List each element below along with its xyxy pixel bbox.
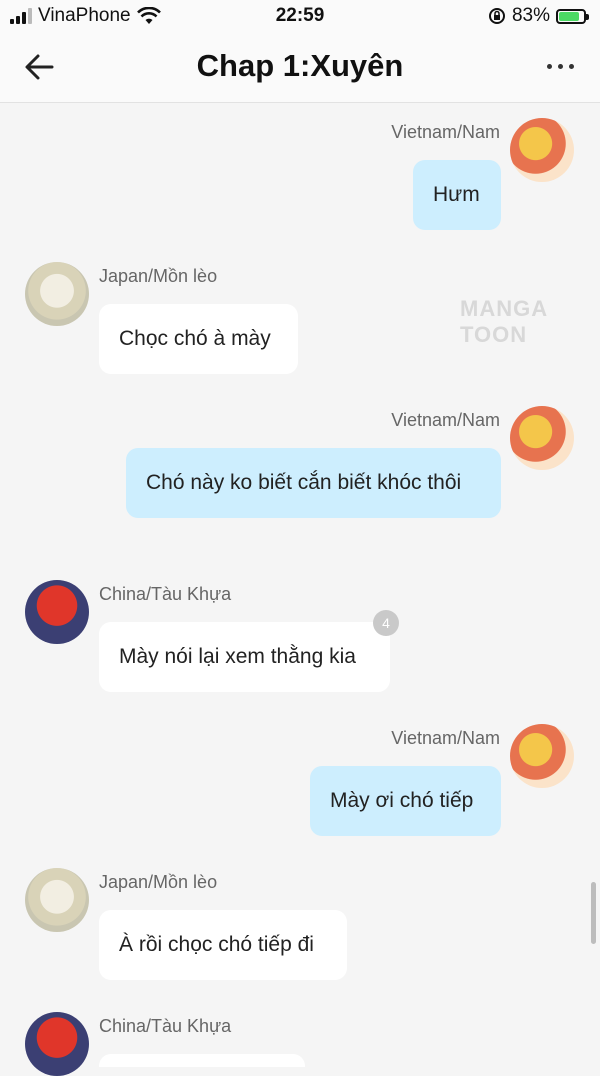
avatar[interactable] [25, 868, 89, 932]
avatar[interactable] [25, 262, 89, 326]
message-bubble: À rồi chọc chó tiếp đi [99, 910, 347, 980]
orientation-lock-icon [488, 8, 505, 24]
message-bubble: Chó này ko biết cắn biết khóc thôi [126, 448, 501, 518]
sender-name: Vietnam/Nam [391, 122, 500, 142]
avatar[interactable] [510, 406, 574, 470]
scrollbar[interactable] [591, 882, 596, 944]
comment-count-badge[interactable]: 4 [373, 610, 399, 636]
message-bubble [99, 1054, 305, 1067]
avatar[interactable] [510, 118, 574, 182]
sender-name: Vietnam/Nam [391, 410, 500, 430]
page-title: Chap 1:Xuyên [196, 48, 404, 83]
sender-name: Japan/Mồn lèo [99, 872, 218, 892]
chapter-header: Chap 1:Xuyên [0, 34, 600, 103]
watermark: MANGA TOON [460, 296, 548, 347]
avatar[interactable] [510, 724, 574, 788]
message-bubble: Mày nói lại xem thằng kia [99, 622, 390, 692]
sender-name: China/Tàu Khựa [99, 1016, 232, 1036]
battery-charging-icon [556, 8, 589, 24]
message-bubble: Chọc chó à mày [99, 304, 298, 374]
message-bubble: Hưm [413, 160, 501, 230]
status-right: 83% [488, 5, 589, 27]
message-bubble: Mày ơi chó tiếp [310, 766, 501, 836]
avatar[interactable] [25, 580, 89, 644]
status-bar: VinaPhone 22:59 83% [0, 0, 600, 34]
battery-percent: 83% [511, 5, 550, 26]
avatar[interactable] [25, 1012, 89, 1076]
sender-name: Japan/Mồn lèo [99, 266, 218, 286]
more-options-icon[interactable] [547, 64, 574, 69]
sender-name: China/Tàu Khựa [99, 584, 232, 604]
sender-name: Vietnam/Nam [391, 728, 500, 748]
